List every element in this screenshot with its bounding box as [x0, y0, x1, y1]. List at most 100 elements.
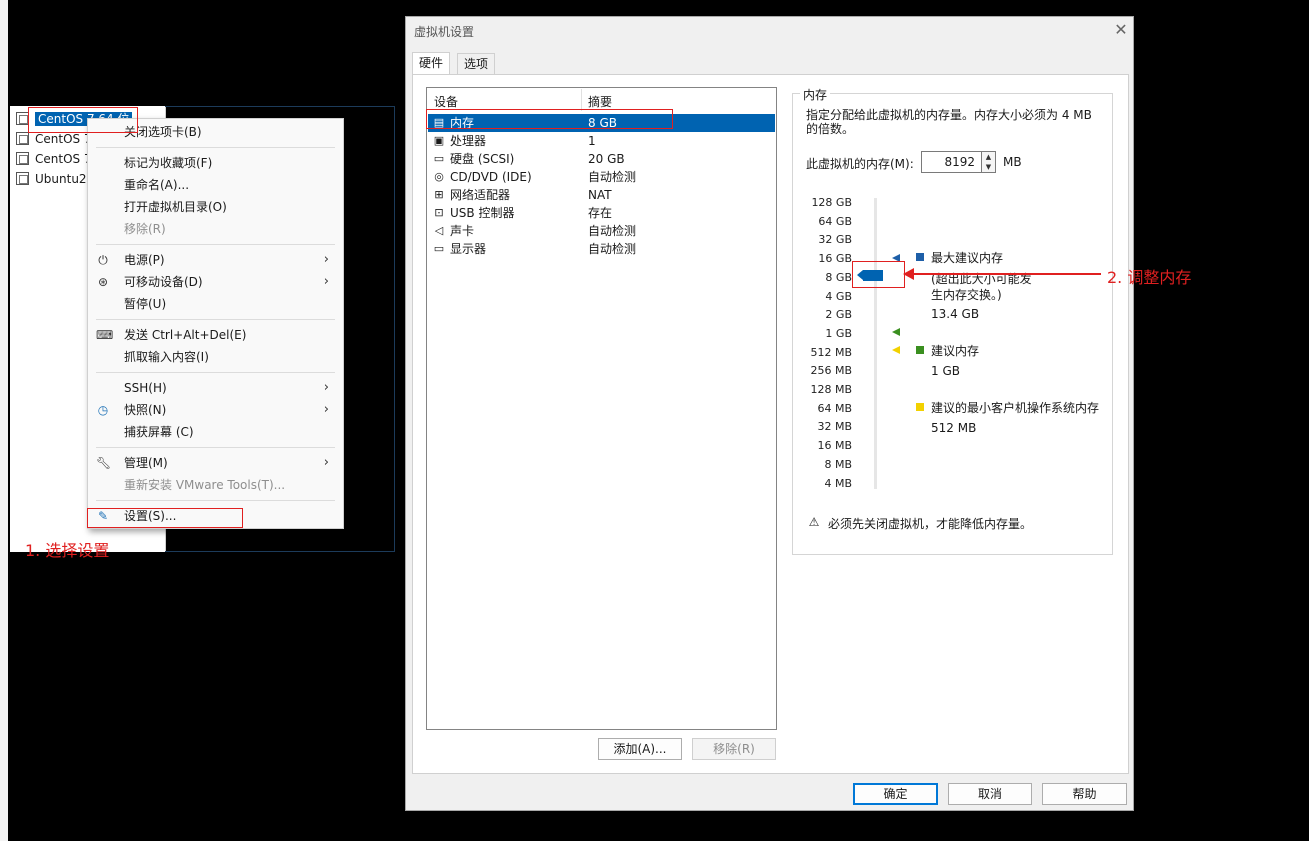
menu-item-open-directory[interactable]: 打开虚拟机目录(O) — [88, 196, 343, 218]
menu-separator — [96, 447, 335, 448]
max-legend-title: 最大建议内存 — [931, 251, 1004, 265]
library-item[interactable]: Ubuntu2 — [16, 169, 87, 189]
submenu-arrow-icon: › — [323, 455, 329, 470]
memory-scale-tick: 2 GB — [825, 308, 852, 322]
memory-scale-tick: 16 MB — [817, 439, 852, 453]
memory-scale-tick: 64 GB — [818, 214, 852, 228]
memory-group-title: 内存 — [800, 86, 831, 103]
menu-item-manage[interactable]: 🔧︎ 管理(M) › — [88, 452, 343, 474]
memory-scale-tick: 4 GB — [825, 289, 852, 303]
hard-disk-icon: ▭ — [433, 152, 445, 165]
memory-description: 指定分配给此虚拟机的内存量。内存大小必须为 4 MB 的倍数。 — [806, 108, 1092, 136]
minimum-legend-swatch — [916, 403, 924, 411]
device-summary: 1 — [588, 134, 596, 148]
device-summary: 20 GB — [588, 152, 625, 166]
menu-item-label: SSH(H) — [124, 381, 167, 395]
spin-up-icon[interactable]: ▲ — [982, 152, 995, 162]
recommended-legend-title: 建议内存 — [931, 344, 980, 358]
snapshot-icon: ◷ — [97, 403, 109, 417]
recommended-legend-swatch — [916, 346, 924, 354]
usb-icon: ⊡ — [434, 206, 444, 219]
removable-device-icon: ⊛ — [97, 275, 109, 289]
device-row-hard-disk[interactable]: ▭ 硬盘 (SCSI) 20 GB — [428, 150, 775, 168]
menu-item-favorite[interactable]: 标记为收藏项(F) — [88, 152, 343, 174]
power-icon: ⏻ — [98, 253, 108, 267]
menu-item-label: 捕获屏幕 (C) — [124, 425, 194, 439]
memory-scale-tick: 16 GB — [818, 252, 852, 266]
add-device-button[interactable]: 添加(A)... — [598, 738, 682, 760]
library-item-label: Ubuntu2 — [35, 172, 87, 186]
memory-scale-tick: 512 MB — [810, 345, 852, 359]
close-icon[interactable]: ✕ — [1112, 20, 1130, 40]
spin-down-icon[interactable]: ▼ — [982, 162, 995, 172]
menu-item-label: 发送 Ctrl+Alt+Del(E) — [124, 328, 247, 342]
annotation-step1: 1. 选择设置 — [25, 541, 110, 560]
device-name: 显示器 — [450, 242, 487, 256]
cancel-button[interactable]: 取消 — [948, 783, 1032, 805]
device-name: 网络适配器 — [450, 188, 511, 202]
highlight-box-memory-row — [426, 109, 673, 129]
vm-icon — [16, 172, 29, 185]
menu-item-label: 打开虚拟机目录(O) — [124, 200, 227, 214]
ok-button[interactable]: 确定 — [853, 783, 938, 805]
menu-item-send-ctrl-alt-del[interactable]: ⌨ 发送 Ctrl+Alt+Del(E) — [88, 324, 343, 346]
device-row-network-adapter[interactable]: ⊞ 网络适配器 NAT — [428, 186, 775, 204]
memory-scale-tick: 128 MB — [810, 383, 852, 396]
device-name: 声卡 — [450, 224, 475, 238]
menu-item-removable-devices[interactable]: ⊛ 可移动设备(D) › — [88, 271, 343, 293]
device-name: 硬盘 (SCSI) — [450, 152, 515, 166]
minimum-legend-value: 512 MB — [931, 421, 977, 435]
submenu-arrow-icon: › — [323, 274, 329, 289]
device-summary: 存在 — [588, 206, 613, 220]
menu-item-label: 管理(M) — [124, 456, 168, 470]
menu-item-label: 重命名(A)... — [124, 178, 190, 192]
menu-item-grab-input[interactable]: 抓取输入内容(I) — [88, 346, 343, 368]
network-adapter-icon: ⊞ — [434, 188, 444, 201]
monitor-icon: ▭ — [433, 242, 445, 255]
menu-item-snapshot[interactable]: ◷ 快照(N) › — [88, 399, 343, 421]
vm-settings-dialog: 虚拟机设置 ✕ 硬件 选项 设备 摘要 ▤ 内存 8 GB ▣ 处理器 1 ▭ … — [405, 16, 1134, 811]
device-row-sound-card[interactable]: ◁ 声卡 自动检测 — [428, 222, 775, 240]
menu-item-power[interactable]: ⏻ 电源(P) › — [88, 249, 343, 271]
minimum-marker — [892, 346, 900, 354]
menu-separator — [96, 372, 335, 373]
highlight-box-slider — [852, 261, 905, 288]
annotation-step2: 2. 调整内存 — [1107, 268, 1192, 287]
menu-item-rename[interactable]: 重命名(A)... — [88, 174, 343, 196]
menu-item-capture-screen[interactable]: 捕获屏幕 (C) — [88, 421, 343, 443]
menu-item-pause[interactable]: 暂停(U) — [88, 293, 343, 315]
device-row-cd-dvd[interactable]: ◎ CD/DVD (IDE) 自动检测 — [428, 168, 775, 186]
memory-spinner[interactable]: ▲ ▼ — [982, 151, 996, 173]
help-button[interactable]: 帮助 — [1042, 783, 1127, 805]
cd-dvd-icon: ◎ — [434, 170, 444, 183]
tab-hardware[interactable]: 硬件 — [412, 52, 451, 75]
submenu-arrow-icon: › — [323, 252, 329, 267]
library-item-label: CentOS 7 — [35, 152, 92, 166]
column-separator — [581, 89, 582, 111]
menu-item-label: 快照(N) — [124, 403, 167, 417]
library-item[interactable]: CentOS 7 — [16, 149, 92, 169]
memory-slider-track[interactable] — [874, 198, 877, 489]
device-row-display[interactable]: ▭ 显示器 自动检测 — [428, 240, 775, 258]
device-name: CD/DVD (IDE) — [450, 170, 532, 184]
memory-scale-tick: 32 MB — [817, 420, 852, 434]
device-row-usb-controller[interactable]: ⊡ USB 控制器 存在 — [428, 204, 775, 222]
device-name: USB 控制器 — [450, 206, 515, 220]
device-row-processor[interactable]: ▣ 处理器 1 — [428, 132, 775, 150]
menu-item-label: 可移动设备(D) — [124, 275, 203, 289]
memory-scale-tick: 1 GB — [825, 326, 852, 340]
recommended-marker — [892, 328, 900, 336]
warning-text: 必须先关闭虚拟机，才能降低内存量。 — [828, 517, 1033, 531]
device-list[interactable]: 设备 摘要 ▤ 内存 8 GB ▣ 处理器 1 ▭ 硬盘 (SCSI) 20 G… — [426, 87, 777, 730]
processor-icon: ▣ — [433, 134, 445, 147]
minimum-legend-title: 建议的最小客户机操作系统内存 — [931, 401, 1100, 415]
memory-input[interactable]: 8192 — [921, 151, 982, 173]
tab-options[interactable]: 选项 — [457, 53, 496, 74]
menu-separator — [96, 500, 335, 501]
context-menu: 关闭选项卡(B) 标记为收藏项(F) 重命名(A)... 打开虚拟机目录(O) … — [87, 118, 344, 529]
memory-scale-tick: 256 MB — [810, 364, 852, 378]
memory-field-label: 此虚拟机的内存(M): — [806, 157, 914, 171]
menu-item-ssh[interactable]: SSH(H) › — [88, 377, 343, 399]
device-summary: NAT — [588, 188, 612, 202]
vm-icon — [16, 132, 29, 145]
